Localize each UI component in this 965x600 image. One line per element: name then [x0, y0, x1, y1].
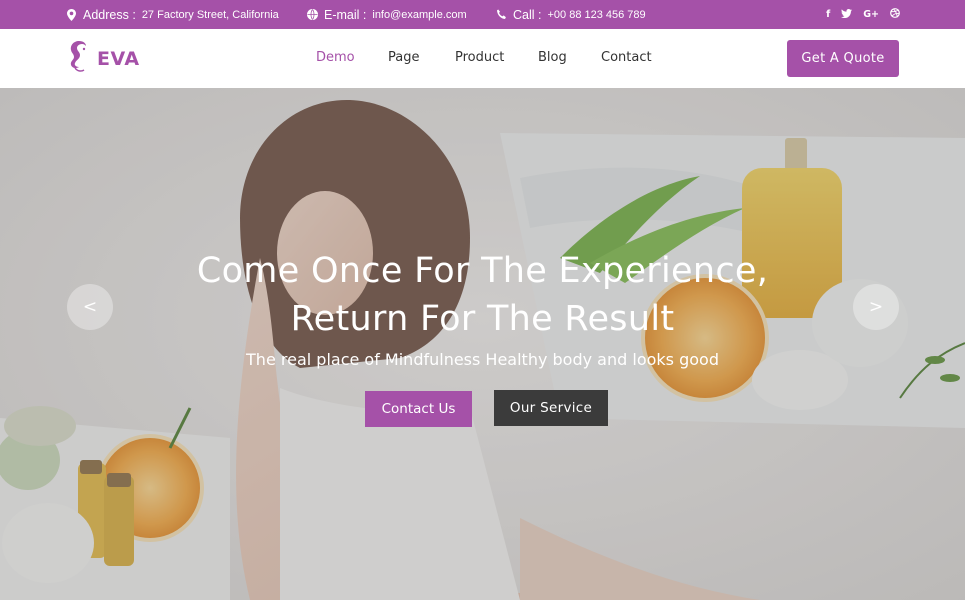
contact-us-button[interactable]: Contact Us [365, 391, 472, 427]
hero-dim-overlay [0, 88, 965, 600]
get-a-quote-button[interactable]: Get A Quote [787, 40, 899, 77]
top-info-bar: Address : 27 Factory Street, California … [0, 0, 965, 29]
nav-item-demo[interactable]: Demo [316, 50, 355, 65]
phone-icon [495, 9, 507, 21]
call-info: Call : +00 88 123 456 789 [495, 0, 646, 29]
call-label: Call : [513, 7, 542, 22]
globe-icon [306, 9, 318, 21]
our-service-button[interactable]: Our Service [494, 390, 608, 426]
social-links: f G+ [826, 0, 900, 29]
hero-subtitle: The real place of Mindfulness Healthy bo… [246, 350, 719, 369]
google-plus-icon[interactable]: G+ [863, 9, 879, 20]
nav-item-page[interactable]: Page [388, 50, 419, 65]
hero-title-line1: Come Once For The Experience, [196, 251, 769, 291]
twitter-icon[interactable] [841, 8, 853, 21]
hero-title-line2: Return For The Result [290, 299, 675, 339]
call-value[interactable]: +00 88 123 456 789 [547, 9, 645, 21]
address-info: Address : 27 Factory Street, California [65, 0, 279, 29]
address-label: Address : [83, 7, 136, 22]
nav-item-contact[interactable]: Contact [601, 50, 652, 65]
dribbble-icon[interactable] [890, 8, 900, 21]
nav-item-blog[interactable]: Blog [538, 50, 567, 65]
address-value: 27 Factory Street, California [141, 8, 279, 21]
email-value[interactable]: info@example.com [372, 9, 466, 21]
main-navbar: EVA Demo Page Product Blog Contact Get A… [0, 29, 965, 88]
hero-slider: < > Come Once For The Experience, Return… [0, 88, 965, 600]
nav-item-product[interactable]: Product [455, 50, 504, 65]
email-info: E-mail : info@example.com [306, 0, 467, 29]
email-label: E-mail : [324, 7, 367, 22]
facebook-icon[interactable]: f [826, 9, 830, 20]
location-pin-icon [65, 8, 77, 21]
